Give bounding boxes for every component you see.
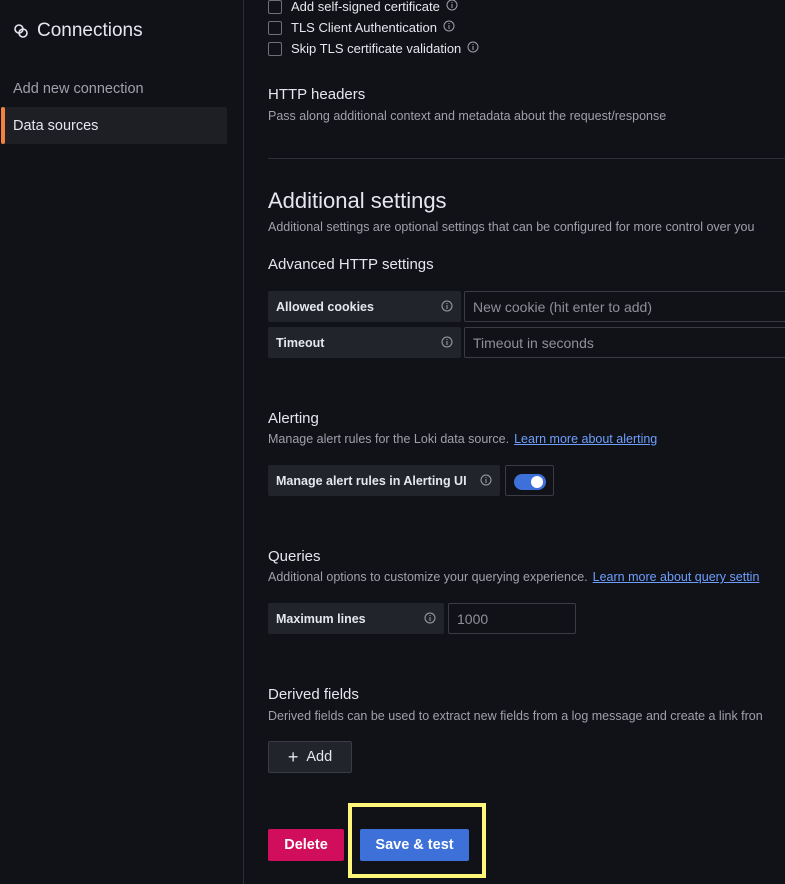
label-text: Manage alert rules in Alerting UI [276, 473, 467, 488]
button-label: Delete [284, 837, 328, 853]
sidebar-item-label: Data sources [13, 117, 99, 134]
queries-title: Queries [268, 548, 321, 565]
option-label: Add self-signed certificate [291, 0, 440, 14]
derived-fields-title: Derived fields [268, 686, 359, 703]
additional-settings-title: Additional settings [268, 188, 447, 213]
alerting-title: Alerting [268, 410, 319, 427]
button-label: Save & test [375, 837, 454, 853]
toggle-knob [531, 476, 543, 488]
plus-icon: + [287, 747, 299, 767]
add-derived-field-button[interactable]: + Add [268, 741, 352, 773]
sidebar-header: Connections [13, 20, 143, 42]
info-icon[interactable] [446, 0, 458, 14]
info-icon[interactable] [480, 474, 492, 489]
link-icon [13, 23, 29, 39]
additional-settings-description: Additional settings are optional setting… [268, 220, 755, 234]
alerting-learn-more-link[interactable]: Learn more about alerting [514, 432, 657, 446]
info-icon[interactable] [467, 41, 479, 56]
queries-description: Additional options to customize your que… [268, 570, 588, 584]
input-placeholder: Timeout in seconds [473, 334, 594, 351]
queries-learn-more-link[interactable]: Learn more about query settin [593, 570, 760, 584]
timeout-input[interactable]: Timeout in seconds [464, 327, 785, 358]
option-label: TLS Client Authentication [291, 20, 437, 35]
tls-option-client-auth: TLS Client Authentication [268, 20, 455, 35]
skip-tls-checkbox[interactable] [268, 41, 282, 56]
manage-alert-rules-label: Manage alert rules in Alerting UI [268, 465, 500, 496]
alerting-description-row: Manage alert rules for the Loki data sou… [268, 432, 657, 446]
sidebar-title: Connections [37, 20, 143, 41]
sidebar-item-add-new-connection[interactable]: Add new connection [1, 70, 227, 107]
option-label: Skip TLS certificate validation [291, 41, 462, 56]
derived-fields-description: Derived fields can be used to extract ne… [268, 709, 763, 723]
input-placeholder: New cookie (hit enter to add) [473, 298, 652, 315]
sidebar: Connections Add new connection Data sour… [0, 0, 244, 884]
queries-description-row: Additional options to customize your que… [268, 570, 759, 584]
delete-button[interactable]: Delete [268, 829, 344, 861]
allowed-cookies-label: Allowed cookies [268, 291, 461, 322]
active-indicator [1, 107, 5, 144]
info-icon[interactable] [443, 20, 455, 35]
info-icon[interactable] [441, 336, 453, 351]
sidebar-item-data-sources[interactable]: Data sources [1, 107, 227, 144]
tls-option-skip-validation: Skip TLS certificate validation [268, 41, 479, 56]
label-text: Timeout [276, 335, 325, 350]
alerting-toggle-wrapper [505, 465, 554, 496]
maximum-lines-label: Maximum lines [268, 603, 444, 634]
tls-client-auth-checkbox[interactable] [268, 20, 282, 35]
allowed-cookies-input[interactable]: New cookie (hit enter to add) [464, 291, 785, 322]
http-headers-title: HTTP headers [268, 86, 366, 103]
button-label: Add [306, 749, 333, 765]
info-icon[interactable] [424, 612, 436, 627]
advanced-http-title: Advanced HTTP settings [268, 256, 434, 273]
sidebar-item-label: Add new connection [13, 80, 144, 97]
input-placeholder: 1000 [457, 610, 489, 627]
alerting-description: Manage alert rules for the Loki data sou… [268, 432, 510, 446]
tls-option-self-signed: Add self-signed certificate [268, 0, 458, 14]
http-headers-description: Pass along additional context and metada… [268, 109, 667, 123]
info-icon[interactable] [441, 300, 453, 315]
label-text: Maximum lines [276, 611, 366, 626]
save-and-test-button[interactable]: Save & test [360, 829, 469, 861]
main-content: Add self-signed certificate TLS Client A… [244, 0, 785, 884]
self-signed-checkbox[interactable] [268, 0, 282, 14]
alerting-toggle[interactable] [514, 474, 546, 490]
divider [268, 158, 785, 159]
label-text: Allowed cookies [276, 299, 374, 314]
timeout-label: Timeout [268, 327, 461, 358]
maximum-lines-input[interactable]: 1000 [448, 603, 576, 634]
